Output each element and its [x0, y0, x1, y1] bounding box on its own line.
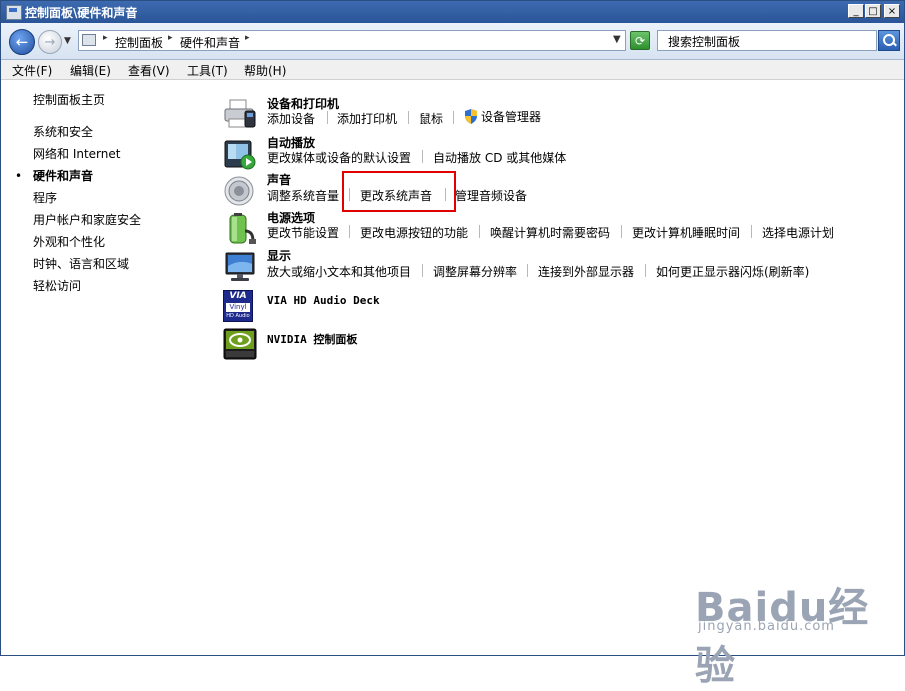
link-separator	[422, 150, 423, 163]
link-separator	[327, 111, 328, 124]
category-display-title[interactable]: 显示	[267, 247, 291, 264]
link-wake-password[interactable]: 唤醒计算机时需要密码	[490, 224, 610, 241]
sidebar-item-ease-of-access[interactable]: 轻松访问	[33, 277, 81, 294]
speaker-icon[interactable]	[223, 175, 257, 207]
breadcrumb-separator-icon[interactable]: ▸	[103, 33, 108, 43]
link-external-display[interactable]: 连接到外部显示器	[538, 263, 634, 280]
title-bar[interactable]: 控制面板\硬件和声音 _ □ ×	[1, 1, 904, 23]
menu-edit[interactable]: 编辑(E)	[70, 62, 111, 79]
red-highlight-box	[342, 171, 456, 212]
menu-file[interactable]: 文件(F)	[12, 62, 52, 79]
menu-bar: 文件(F) 编辑(E) 查看(V) 工具(T) 帮助(H)	[1, 60, 904, 80]
link-refresh-rate[interactable]: 如何更正显示器闪烁(刷新率)	[656, 263, 809, 280]
link-autoplay-cd[interactable]: 自动播放 CD 或其他媒体	[433, 149, 566, 166]
link-change-power-saving[interactable]: 更改节能设置	[267, 224, 339, 241]
window-title: 控制面板\硬件和声音	[25, 6, 138, 20]
link-separator	[453, 111, 454, 124]
maximize-button[interactable]: □	[865, 4, 881, 18]
link-change-media-defaults[interactable]: 更改媒体或设备的默认设置	[267, 149, 411, 166]
link-separator	[621, 225, 622, 238]
link-separator	[422, 264, 423, 277]
link-manage-audio-devices[interactable]: 管理音频设备	[455, 187, 527, 204]
breadcrumb-separator-icon[interactable]: ▸	[168, 33, 173, 43]
link-text-size[interactable]: 放大或缩小文本和其他项目	[267, 263, 411, 280]
monitor-icon[interactable]	[223, 251, 257, 283]
sidebar-item-user-accounts[interactable]: 用户帐户和家庭安全	[33, 211, 141, 228]
via-logo-text: VIA	[229, 291, 247, 301]
menu-help[interactable]: 帮助(H)	[244, 62, 286, 79]
category-nvidia-title[interactable]: NVIDIA 控制面板	[267, 331, 357, 347]
back-button[interactable]: ←	[9, 29, 35, 55]
current-item-bullet: •	[15, 169, 23, 183]
search-input[interactable]: 搜索控制面板	[657, 30, 877, 51]
sidebar-item-appearance[interactable]: 外观和个性化	[33, 233, 105, 250]
minimize-button[interactable]: _	[848, 4, 864, 18]
uac-shield-icon	[465, 109, 477, 124]
link-choose-power-plan[interactable]: 选择电源计划	[762, 224, 834, 241]
link-add-device[interactable]: 添加设备	[267, 110, 315, 127]
back-arrow-icon: ←	[15, 33, 29, 51]
nvidia-icon[interactable]	[223, 328, 257, 360]
sidebar-item-system-security[interactable]: 系统和安全	[33, 123, 93, 140]
link-separator	[408, 111, 409, 124]
forward-arrow-icon: →	[44, 35, 56, 50]
search-button[interactable]	[878, 30, 900, 51]
battery-icon[interactable]	[223, 213, 257, 245]
autoplay-icon[interactable]	[223, 138, 257, 170]
link-device-manager[interactable]: 设备管理器	[481, 108, 541, 125]
history-dropdown-icon[interactable]: ▼	[64, 36, 71, 46]
baidu-watermark-url: jingyan.baidu.com	[698, 619, 835, 634]
link-power-button-function[interactable]: 更改电源按钮的功能	[360, 224, 468, 241]
menu-view[interactable]: 查看(V)	[128, 62, 170, 79]
control-panel-window: 控制面板\硬件和声音 _ □ × ← → ▼ ▸ 控制面板 ▸ 硬件和声音 ▸ …	[0, 0, 905, 689]
via-vinyl-icon[interactable]: VIA Vinyl HD Audio	[223, 290, 253, 322]
navigation-bar: ← → ▼ ▸ 控制面板 ▸ 硬件和声音 ▸ ▼ ⟳ 搜索控制面板	[1, 23, 904, 60]
vinyl-logo-text: Vinyl	[226, 303, 250, 312]
address-bar[interactable]: ▸ 控制面板 ▸ 硬件和声音 ▸ ▼	[78, 30, 626, 51]
category-via-audio-title[interactable]: VIA HD Audio Deck	[267, 294, 380, 307]
sidebar-item-programs[interactable]: 程序	[33, 189, 57, 206]
sidebar-item-clock-language[interactable]: 时钟、语言和区域	[33, 255, 129, 272]
link-separator	[645, 264, 646, 277]
sidebar-control-panel-home[interactable]: 控制面板主页	[33, 91, 105, 108]
refresh-button[interactable]: ⟳	[630, 31, 650, 50]
link-adjust-volume[interactable]: 调整系统音量	[267, 187, 339, 204]
link-separator	[751, 225, 752, 238]
link-separator	[527, 264, 528, 277]
category-sound-title[interactable]: 声音	[267, 171, 291, 188]
printer-icon[interactable]	[223, 99, 257, 131]
hd-audio-logo-text: HD Audio	[226, 313, 250, 319]
refresh-icon: ⟳	[634, 34, 646, 48]
address-dropdown-icon[interactable]: ▼	[613, 34, 621, 45]
control-panel-icon	[6, 5, 22, 20]
link-sleep-time[interactable]: 更改计算机睡眠时间	[632, 224, 740, 241]
link-mouse[interactable]: 鼠标	[419, 110, 443, 127]
sidebar-item-hardware-sound: 硬件和声音	[33, 169, 94, 183]
link-separator	[479, 225, 480, 238]
breadcrumb-control-panel[interactable]: 控制面板	[115, 34, 163, 51]
link-add-printer[interactable]: 添加打印机	[337, 110, 397, 127]
forward-button[interactable]: →	[38, 30, 62, 54]
breadcrumb-hardware-sound[interactable]: 硬件和声音	[180, 34, 240, 51]
control-panel-address-icon	[82, 34, 96, 46]
link-screen-resolution[interactable]: 调整屏幕分辨率	[433, 263, 517, 280]
link-separator	[349, 225, 350, 238]
breadcrumb-separator-icon[interactable]: ▸	[245, 33, 250, 43]
menu-tools[interactable]: 工具(T)	[187, 62, 228, 79]
sidebar-item-network-internet[interactable]: 网络和 Internet	[33, 145, 120, 162]
close-button[interactable]: ×	[884, 4, 900, 18]
